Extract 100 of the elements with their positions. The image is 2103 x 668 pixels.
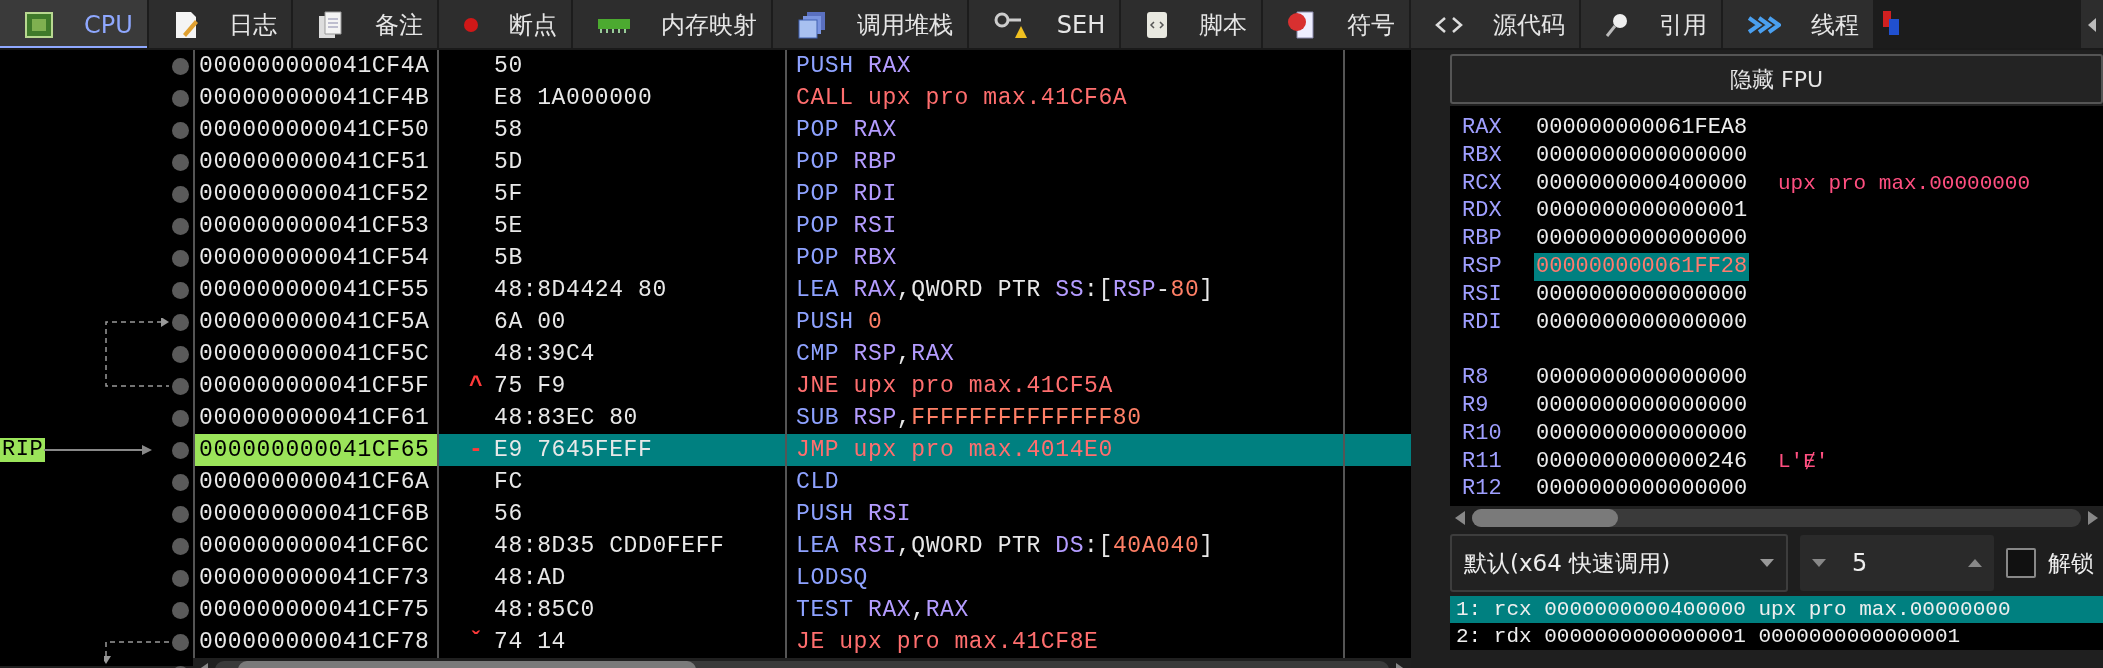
tab[interactable]: CPU xyxy=(0,0,149,48)
argument-count-spinbox[interactable]: 5 xyxy=(1800,535,1994,591)
register-name: RDI xyxy=(1461,308,1503,337)
address-cell[interactable]: 000000000041CF53 xyxy=(193,210,437,242)
instruction-cell: PUSH RSI xyxy=(796,501,912,527)
address-cell[interactable]: 000000000041CF73 xyxy=(193,562,437,594)
tab[interactable]: 日志 xyxy=(148,0,293,48)
register-name: R12 xyxy=(1461,475,1503,504)
instruction-cell: POP RBP xyxy=(796,149,897,175)
register-name: RCX xyxy=(1461,169,1503,198)
instruction-cell: POP RSI xyxy=(796,213,897,239)
instruction-cell: CMP RSP,RAX xyxy=(796,341,955,367)
register-value[interactable]: 0000000000000000 xyxy=(1534,141,1749,170)
address-cell[interactable]: 000000000041CF65 xyxy=(193,434,437,466)
register-value[interactable]: 0000000000000001 xyxy=(1534,197,1749,226)
bytes-cell-text: 58 xyxy=(494,116,523,145)
tab[interactable]: 线程 xyxy=(1723,0,1876,48)
instruction-cell: JE upx pro max.41CF8E xyxy=(796,629,1099,655)
bytes-cell-text: 74 14 xyxy=(494,628,566,657)
address-cell[interactable]: 000000000041CF75 xyxy=(193,594,437,626)
tab[interactable]: 引用 xyxy=(1581,0,1724,48)
address-cell[interactable]: 000000000041CF55 xyxy=(193,274,437,306)
bytes-cell-text: 48:8D35 CDD0FEFF xyxy=(494,532,725,561)
address-cell[interactable]: 000000000041CF54 xyxy=(193,242,437,274)
address-cell[interactable]: 000000000041CF4B xyxy=(193,82,437,114)
instruction-cell: LEA RAX,QWORD PTR SS:[RSP-80] xyxy=(796,277,1214,303)
tab[interactable]: 脚本 xyxy=(1121,0,1264,48)
address-cell[interactable]: 000000000041CF50 xyxy=(193,114,437,146)
instruction-cell: POP RDI xyxy=(796,181,897,207)
instruction-cell: JNE upx pro max.41CF5A xyxy=(796,373,1113,399)
argument-row[interactable]: 1: rcx 0000000000400000 upx pro max.00000000 xyxy=(1450,596,2103,623)
branch-hint: ˇ xyxy=(469,628,485,657)
address-cell[interactable]: 000000000041CF5C xyxy=(193,338,437,370)
checkbox-label: 解锁 xyxy=(2048,548,2094,578)
bytes-cell-text: 48:8D4424 80 xyxy=(494,276,667,305)
instruction-cell: TEST RAX,RAX xyxy=(796,597,969,623)
register-name: RAX xyxy=(1461,114,1503,142)
branch-hint: ^ xyxy=(469,372,485,401)
bytes-cell-text: 5E xyxy=(494,212,523,241)
bytes-cell-text: 48:85C0 xyxy=(494,596,595,625)
instruction-cell: PUSH RAX xyxy=(796,53,912,79)
instruction-cell: PUSH 0 xyxy=(796,309,883,335)
bytes-cell-text: E9 7645FEFF xyxy=(494,436,653,465)
register-value[interactable]: 0000000000000000 xyxy=(1534,308,1749,337)
bytes-cell-text: 50 xyxy=(494,52,523,81)
tab[interactable]: 内存映射 xyxy=(572,0,773,48)
register-name: RSI xyxy=(1461,280,1503,309)
register-name: RBX xyxy=(1461,141,1503,170)
instruction-cell: POP RBX xyxy=(796,245,897,271)
register-value[interactable]: 0000000000000246 xyxy=(1534,447,1749,476)
register-comment: L'Ɇ' xyxy=(1777,448,1829,475)
bytes-cell-text: E8 1A000000 xyxy=(494,84,653,113)
bytes-cell-text: 56 xyxy=(494,500,523,529)
address-cell[interactable]: 000000000041CF52 xyxy=(193,178,437,210)
register-name: RSP xyxy=(1461,253,1503,281)
tab[interactable]: 备注 xyxy=(292,0,439,48)
register-value[interactable]: 000000000061FEA8 xyxy=(1534,114,1749,142)
tab[interactable]: SEH xyxy=(968,0,1122,48)
register-name: RDX xyxy=(1461,197,1503,226)
register-value[interactable]: 0000000000000000 xyxy=(1534,364,1749,392)
bytes-cell-text: 6A 00 xyxy=(494,308,566,337)
address-cell[interactable]: 000000000041CF4A xyxy=(193,50,437,82)
address-cell[interactable]: 000000000041CF6A xyxy=(193,466,437,498)
register-value[interactable]: 0000000000000000 xyxy=(1534,419,1749,448)
address-cell[interactable]: 000000000041CF6B xyxy=(193,498,437,530)
register-value[interactable]: 0000000000400000 xyxy=(1534,169,1749,198)
register-value[interactable]: 0000000000000000 xyxy=(1534,391,1749,420)
register-name: R11 xyxy=(1461,447,1503,476)
hide-fpu-button[interactable]: 隐藏 FPU xyxy=(1450,54,2103,104)
address-cell[interactable]: 000000000041CF6C xyxy=(193,530,437,562)
bytes-cell-text: 48:AD xyxy=(494,564,566,593)
bytes-cell-text: 5B xyxy=(494,244,523,273)
bytes-cell-text: 75 F9 xyxy=(494,372,566,401)
register-value[interactable]: 0000000000000000 xyxy=(1534,225,1749,253)
tab[interactable]: 调用堆栈 xyxy=(772,0,969,48)
tab[interactable]: 源代码 xyxy=(1411,0,1582,48)
register-value[interactable]: 0000000000000000 xyxy=(1534,280,1749,309)
argument-row[interactable]: 2: rdx 0000000000000001 0000000000000001 xyxy=(1450,623,2103,650)
register-comment: upx pro max.00000000 xyxy=(1777,170,2031,197)
address-cell[interactable]: 000000000041CF5A xyxy=(193,306,437,338)
tab[interactable]: 断点 xyxy=(438,0,573,48)
rip-label: RIP xyxy=(0,438,46,462)
instruction-cell: LEA RSI,QWORD PTR DS:[40A040] xyxy=(796,533,1214,559)
register-name: R9 xyxy=(1461,391,1490,420)
address-cell[interactable]: 000000000041CF51 xyxy=(193,146,437,178)
bytes-cell-text: 5D xyxy=(494,148,523,177)
address-cell[interactable]: 000000000041CF5F xyxy=(193,370,437,402)
bytes-cell-text: 48:83EC 80 xyxy=(494,404,639,433)
register-name: RBP xyxy=(1461,225,1503,253)
register-name: R8 xyxy=(1461,364,1490,392)
tab[interactable]: 符号 xyxy=(1263,0,1412,48)
instruction-cell: JMP upx pro max.4014E0 xyxy=(796,437,1113,463)
instruction-cell: SUB RSP,FFFFFFFFFFFFFF80 xyxy=(796,405,1142,431)
calling-convention-dropdown[interactable]: 默认(x64 快速调用) xyxy=(1450,534,1788,592)
bytes-cell-text: 48:39C4 xyxy=(494,340,595,369)
instruction-cell: LODSQ xyxy=(796,565,868,591)
instruction-cell: CALL upx pro max.41CF6A xyxy=(796,85,1128,111)
bytes-cell-text: 5F xyxy=(494,180,523,209)
instruction-cell: POP RAX xyxy=(796,117,897,143)
register-value[interactable]: 0000000000000000 xyxy=(1534,475,1749,504)
